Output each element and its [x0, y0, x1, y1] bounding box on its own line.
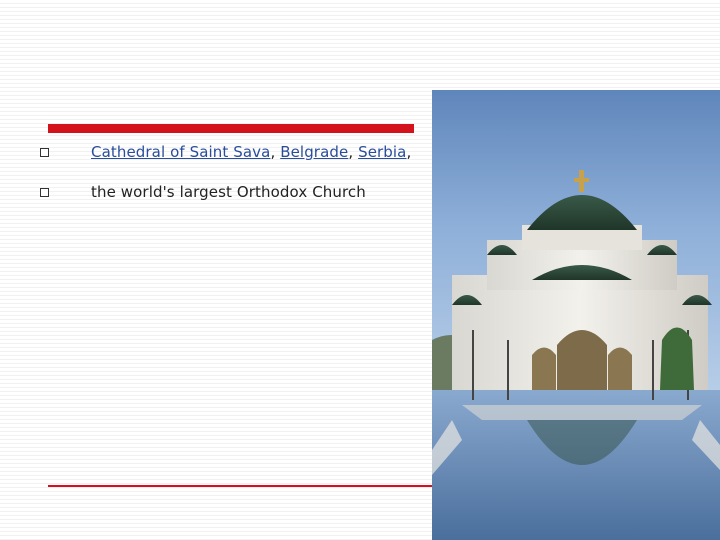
cathedral-photo — [432, 90, 720, 540]
bullet-text: Cathedral of Saint Sava, Belgrade, Serbi… — [91, 143, 411, 161]
trailing-comma: , — [406, 143, 412, 161]
link-serbia[interactable]: Serbia — [358, 143, 406, 161]
square-bullet-icon — [40, 187, 49, 197]
separator-text: , — [348, 143, 359, 161]
footer-rule — [48, 485, 432, 487]
link-cathedral-of-saint-sava[interactable]: Cathedral of Saint Sava — [91, 143, 270, 161]
bullet-item-description: the world's largest Orthodox Church — [38, 180, 430, 204]
bullet-item-location: Cathedral of Saint Sava, Belgrade, Serbi… — [38, 140, 430, 164]
separator-text: , — [270, 143, 281, 161]
square-bullet-icon — [40, 147, 49, 157]
bullet-text: the world's largest Orthodox Church — [91, 183, 366, 201]
link-belgrade[interactable]: Belgrade — [280, 143, 348, 161]
title-accent-bar — [48, 124, 414, 133]
